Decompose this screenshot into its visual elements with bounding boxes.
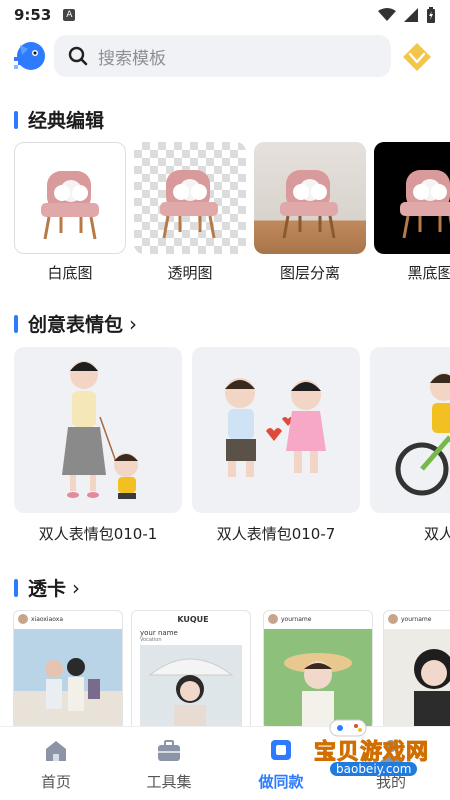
section-title-text: 创意表情包: [28, 314, 124, 336]
toolbox-icon: [158, 740, 180, 761]
cards-row: xiaoxiaoxa KUQUE your name Vocation your…: [0, 610, 450, 728]
sim-icon: A: [63, 9, 76, 21]
card-header: yourname: [264, 611, 372, 627]
chevron-right-icon: ›: [72, 575, 81, 600]
portrait-girl-photo: [384, 629, 450, 728]
status-time: 9:53: [14, 6, 52, 24]
sticker-label: 双人表情: [423, 525, 450, 543]
card-header: KUQUE: [132, 611, 250, 627]
search-bar[interactable]: 搜索模板: [54, 35, 391, 77]
sticker-card[interactable]: [14, 347, 182, 513]
chair-image: [400, 170, 450, 239]
wifi-icon: [378, 8, 396, 21]
sunhat-girl-photo: [264, 629, 372, 728]
card-header: yourname: [384, 611, 450, 627]
status-bar: 9:53 A: [0, 0, 450, 30]
card-header: xiaoxiaoxa: [14, 611, 122, 627]
stickers-row: 双人表情包010-1 双人表情包010-7 双人表情: [0, 347, 450, 551]
avatar: [18, 614, 28, 624]
sticker-label: 双人表情包010-7: [216, 525, 336, 543]
bicycle-sticker-image: [395, 373, 450, 496]
avatar: [268, 614, 278, 624]
classic-item-transparent[interactable]: [134, 142, 246, 254]
section-title-text: 经典编辑: [28, 110, 105, 132]
transparent-card[interactable]: xiaoxiaoxa: [13, 610, 123, 728]
classic-item-white-bg[interactable]: [14, 142, 126, 254]
search-placeholder: 搜索模板: [98, 48, 166, 69]
tab-home[interactable]: 首页: [11, 737, 101, 792]
transparent-card[interactable]: KUQUE your name Vocation: [131, 610, 251, 728]
avatar: [388, 614, 398, 624]
app-logo-icon[interactable]: [12, 39, 46, 73]
sticker-card[interactable]: [192, 347, 360, 513]
chair-image: [41, 171, 99, 240]
tab-label: 工具集: [146, 773, 192, 791]
sticker-card[interactable]: [370, 347, 450, 513]
home-icon: [46, 741, 66, 761]
classic-item-black-bg[interactable]: [374, 142, 450, 254]
chevron-right-icon: ›: [129, 311, 138, 336]
search-icon: [68, 46, 88, 66]
battery-icon: [427, 7, 435, 23]
friends-photo: [14, 629, 122, 728]
card-header-text: yourname: [401, 615, 432, 623]
section-stickers-title[interactable]: 创意表情包 ›: [14, 310, 137, 337]
card-name: your name: [140, 629, 178, 637]
couple-sticker-image: [225, 378, 326, 477]
transparent-card[interactable]: yourname: [383, 610, 450, 728]
card-header-text: KUQUE: [177, 614, 209, 624]
signal-icon: [404, 8, 418, 22]
couple-sticker-image: [62, 361, 138, 499]
section-accent-bar: [14, 314, 18, 333]
section-classic-title: 经典编辑: [14, 106, 104, 133]
sticker-label: 双人表情包010-1: [38, 525, 158, 543]
classic-label: 透明图: [167, 264, 213, 282]
watermark-url: baobeiy.com: [330, 762, 418, 776]
transparent-card[interactable]: yourname: [263, 610, 373, 728]
card-header-text: xiaoxiaoxa: [31, 615, 63, 623]
classic-edit-row: 白底图 透明图 图层分离 黑底图: [0, 142, 450, 288]
chair-image: [160, 170, 218, 239]
top-header: 搜索模板: [0, 34, 450, 80]
site-watermark: 宝贝游戏网 baobeiy.com: [290, 716, 430, 778]
card-header-text: yourname: [281, 615, 312, 623]
tab-label: 首页: [40, 773, 71, 791]
section-cards-title[interactable]: 透卡 ›: [14, 574, 80, 601]
classic-label: 黑底图: [407, 264, 450, 282]
chair-image: [280, 170, 338, 239]
umbrella-girl-photo: [140, 645, 242, 728]
classic-item-layer-split[interactable]: [254, 142, 366, 254]
section-title-text: 透卡: [28, 578, 67, 600]
vip-diamond-icon[interactable]: [400, 40, 434, 74]
section-accent-bar: [14, 110, 18, 129]
classic-label: 白底图: [47, 264, 93, 282]
section-accent-bar: [14, 578, 18, 597]
card-name-block: your name Vocation: [140, 629, 178, 643]
tab-tools[interactable]: 工具集: [124, 737, 214, 792]
card-subtitle: Vocation: [140, 637, 162, 643]
classic-label: 图层分离: [279, 264, 340, 282]
